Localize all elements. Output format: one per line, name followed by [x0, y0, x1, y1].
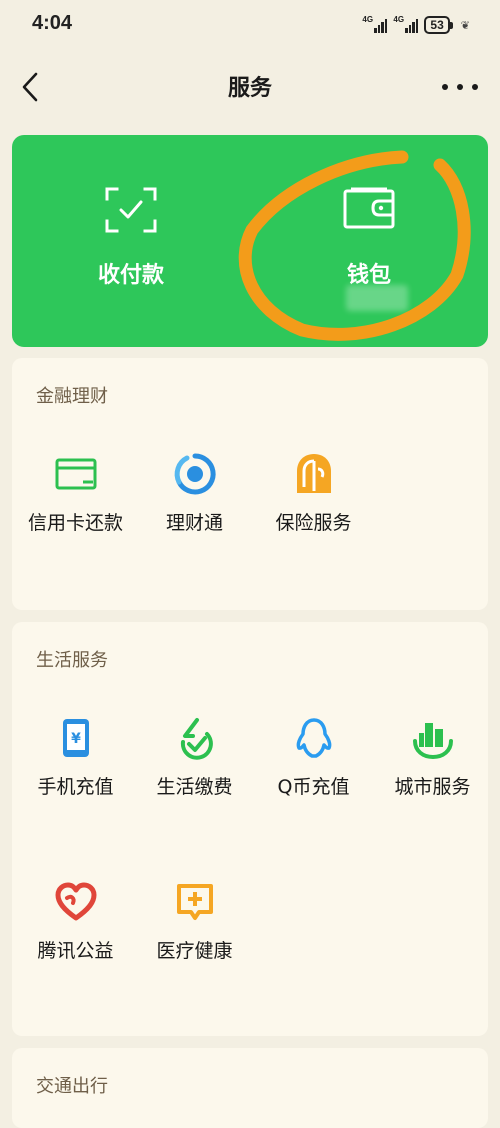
network-type: 4G — [362, 15, 374, 24]
network-type-2: 4G — [393, 15, 405, 24]
life-services-section-title: 生活服务 — [36, 650, 108, 671]
service-qcoin-topup[interactable]: Q币充值 — [254, 714, 373, 824]
hero-card: 收付款 钱包 — [12, 135, 488, 347]
service-label: 保险服务 — [275, 512, 352, 534]
leaf-icon: ❦ — [460, 18, 470, 32]
page-title: 服务 — [227, 76, 272, 101]
battery-level: 53 — [424, 16, 450, 34]
utility-bill-icon — [171, 714, 219, 762]
status-time: 4:04 — [32, 12, 73, 34]
finance-section-title: 金融理财 — [36, 386, 108, 407]
service-credit-card-repay[interactable]: 信用卡还款 — [16, 450, 135, 560]
finance-section: 金融理财 信用卡还款 理财通 保险服务 — [12, 358, 488, 610]
more-dots-icon — [442, 84, 448, 90]
service-charity[interactable]: 腾讯公益 — [16, 878, 135, 988]
service-city[interactable]: 城市服务 — [373, 714, 492, 824]
svg-text:¥: ¥ — [71, 731, 81, 747]
more-options-button[interactable] — [442, 78, 478, 96]
transport-section-title: 交通出行 — [36, 1076, 108, 1097]
service-label: 城市服务 — [394, 776, 471, 798]
signal-icon: 4G — [362, 15, 388, 33]
status-icons: 4G 4G 53 ❦ — [362, 15, 470, 34]
charity-heart-icon — [52, 878, 100, 926]
qq-penguin-icon — [290, 714, 338, 762]
battery-icon: 53 — [424, 16, 453, 34]
nav-bar: 服务 — [0, 52, 500, 122]
service-label: 医疗健康 — [156, 940, 233, 962]
medical-icon — [171, 878, 219, 926]
service-insurance[interactable]: 保险服务 — [254, 450, 373, 560]
annotation-circle — [238, 150, 471, 341]
signal-icon-2: 4G — [393, 15, 419, 33]
service-phone-topup[interactable]: ¥ 手机充值 — [16, 714, 135, 824]
credit-card-icon — [52, 450, 100, 498]
city-service-icon — [409, 714, 457, 762]
life-services-section: 生活服务 ¥ 手机充值 生活缴费 Q币充值 城市服务 腾讯公益 医疗健康 — [12, 622, 488, 1036]
phone-topup-icon: ¥ — [52, 714, 100, 762]
transport-section: 交通出行 — [12, 1048, 488, 1128]
status-bar: 4:04 4G 4G 53 ❦ — [0, 0, 500, 52]
service-utility-bill[interactable]: 生活缴费 — [135, 714, 254, 824]
service-wealth[interactable]: 理财通 — [135, 450, 254, 560]
wealth-icon — [171, 450, 219, 498]
insurance-icon — [290, 450, 338, 498]
service-medical[interactable]: 医疗健康 — [135, 878, 254, 988]
